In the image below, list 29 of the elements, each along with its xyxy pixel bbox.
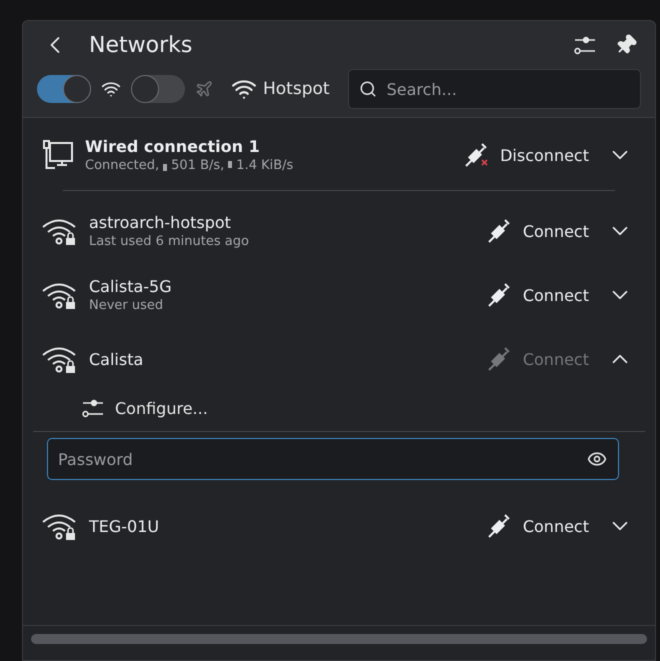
upload-icon	[228, 160, 232, 170]
airplane-icon	[195, 80, 213, 98]
network-name: Calista	[89, 350, 144, 368]
download-speed: 501 B/s,	[171, 158, 224, 173]
connection-name: Wired connection 1	[85, 137, 261, 156]
connect-button[interactable]: Connect	[482, 509, 593, 543]
network-name: astroarch-hotspot	[89, 213, 232, 232]
wifi-switch[interactable]	[37, 75, 91, 103]
configure-button[interactable]: Configure...	[41, 391, 637, 425]
upload-speed: 1.4 KiB/s	[236, 158, 294, 173]
scrollbar[interactable]	[31, 634, 647, 644]
network-detail: Never used	[89, 298, 164, 313]
disconnect-button[interactable]: Disconnect	[460, 138, 593, 172]
hotspot-button[interactable]: Hotspot	[223, 76, 338, 102]
search-field[interactable]: Search...	[348, 69, 641, 109]
sliders-icon	[81, 397, 105, 419]
network-name: TEG-01U	[89, 516, 160, 536]
panel-title: Networks	[89, 32, 194, 58]
connect-button[interactable]: Connect	[482, 278, 593, 312]
network-name: Calista-5G	[89, 277, 173, 296]
unplug-icon	[464, 142, 490, 168]
connection-status: Connected,	[85, 158, 160, 173]
password-field[interactable]: Password	[47, 438, 619, 480]
network-detail: Last used 6 minutes ago	[89, 234, 250, 249]
sliders-icon	[573, 34, 597, 56]
search-icon	[358, 80, 377, 98]
airplane-mode-switch[interactable]	[131, 75, 185, 103]
connect-button[interactable]: Connect	[482, 214, 593, 248]
wired-computer-icon	[41, 138, 75, 172]
